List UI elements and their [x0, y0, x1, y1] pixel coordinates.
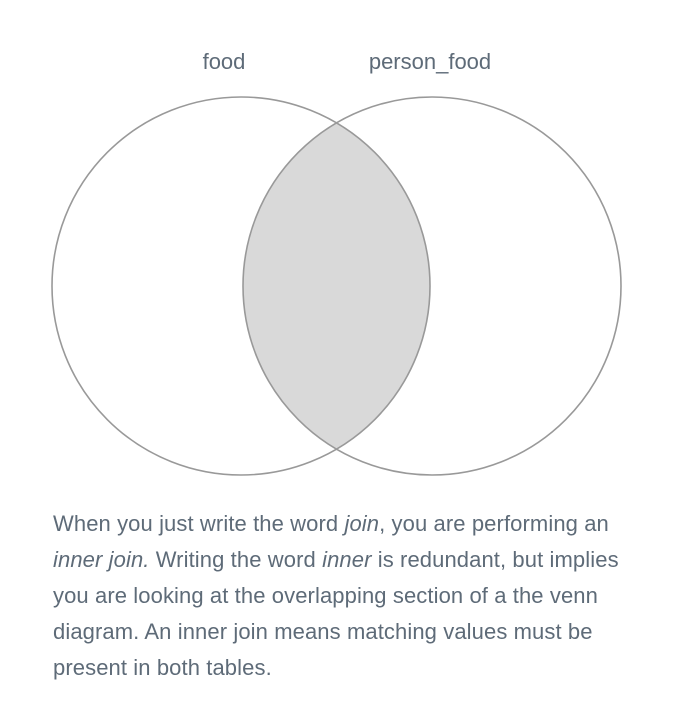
venn-diagram-svg: food person_food: [51, 49, 622, 476]
explanation-em-join: join: [344, 511, 380, 536]
explanation-text-3: Writing the word: [149, 547, 323, 572]
right-set-label: person_food: [369, 49, 491, 74]
explanation-paragraph: When you just write the word join, you a…: [53, 506, 653, 686]
explanation-em-inner: inner: [322, 547, 372, 572]
venn-diagram: food person_food: [0, 0, 700, 500]
intersection-region: [243, 97, 430, 475]
explanation-text-2: , you are performing an: [379, 511, 609, 536]
explanation-em-inner-join: inner join.: [53, 547, 150, 572]
explanation-text-1: When you just write the word: [53, 511, 345, 536]
left-set-label: food: [203, 49, 246, 74]
